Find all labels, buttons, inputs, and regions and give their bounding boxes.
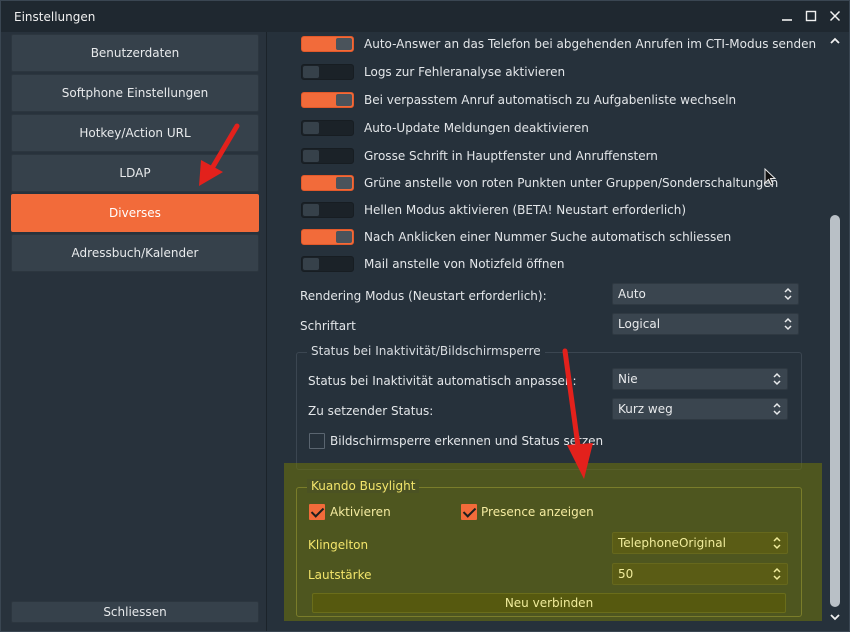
toggle-row-missed-call: Bei verpasstem Anruf automatisch zu Aufg…	[301, 91, 736, 109]
toggle-switch[interactable]	[301, 64, 354, 80]
inactivity-status-select[interactable]: Kurz weg	[612, 398, 788, 420]
mouse-cursor-icon	[764, 168, 777, 186]
toggle-knob	[336, 231, 352, 243]
ringtone-label: Klingelton	[308, 538, 369, 552]
sidebar-item-label: Softphone Einstellungen	[61, 86, 209, 100]
presence-label: Presence anzeigen	[481, 505, 594, 519]
toggle-switch[interactable]	[301, 120, 354, 136]
rendering-mode-label: Rendering Modus (Neustart erforderlich):	[300, 289, 547, 303]
sidebar-item-label: Hotkey/Action URL	[79, 126, 191, 140]
toggle-label: Bei verpasstem Anruf automatisch zu Aufg…	[364, 93, 737, 107]
toggle-switch[interactable]	[301, 229, 354, 245]
toggle-knob	[303, 66, 319, 78]
toggle-label: Grüne anstelle von roten Punkten unter G…	[364, 176, 779, 190]
toggle-knob	[336, 94, 352, 106]
screen-lock-checkbox[interactable]	[309, 433, 325, 449]
toggle-row-close-search: Nach Anklicken einer Nummer Suche automa…	[301, 228, 731, 246]
select-value: Kurz weg	[618, 402, 673, 416]
toggle-label: Logs zur Fehleranalyse aktivieren	[364, 65, 566, 79]
inactivity-group-title: Status bei Inaktivität/Bildschirmsperre	[307, 344, 545, 358]
toggle-knob	[303, 122, 319, 134]
select-value: 50	[618, 567, 634, 581]
scroll-thumb[interactable]	[830, 215, 840, 607]
toggle-switch[interactable]	[301, 92, 354, 108]
busylight-group-title: Kuando Busylight	[307, 479, 420, 493]
toggle-row-auto-update: Auto-Update Meldungen deaktivieren	[301, 119, 589, 137]
updown-chevron-icon	[773, 567, 781, 581]
font-label: Schriftart	[300, 319, 356, 333]
toggle-label: Grosse Schrift in Hauptfenster und Anruf…	[364, 149, 658, 163]
sidebar-item-benutzerdaten[interactable]: Benutzerdaten	[11, 34, 259, 72]
toggle-knob	[336, 177, 352, 189]
toggle-switch[interactable]	[301, 175, 354, 191]
toggle-row-auto-answer: Auto-Answer an das Telefon bei abgehende…	[301, 35, 816, 53]
volume-label: Lautstärke	[308, 568, 372, 582]
window-title: Einstellungen	[14, 9, 96, 24]
toggle-row-mail: Mail anstelle von Notizfeld öffnen	[301, 255, 564, 273]
window-controls	[779, 6, 843, 26]
toggle-row-large-font: Grosse Schrift in Hauptfenster und Anruf…	[301, 147, 658, 165]
reconnect-button[interactable]: Neu verbinden	[312, 593, 786, 613]
toggle-knob	[303, 150, 319, 162]
busylight-activate-checkbox[interactable]	[309, 504, 325, 520]
toggle-switch[interactable]	[301, 148, 354, 164]
toggle-row-green-dots: Grüne anstelle von roten Punkten unter G…	[301, 174, 778, 192]
updown-chevron-icon	[773, 402, 781, 416]
updown-chevron-icon	[773, 536, 781, 550]
busylight-activate-label: Aktivieren	[330, 505, 391, 519]
sidebar-item-label: Diverses	[109, 206, 161, 220]
select-value: Logical	[618, 317, 661, 331]
toggle-label: Hellen Modus aktivieren (BETA! Neustart …	[364, 203, 687, 217]
select-value: TelephoneOriginal	[618, 536, 726, 550]
toggle-switch[interactable]	[301, 256, 354, 272]
sidebar-item-diverses[interactable]: Diverses	[11, 194, 259, 232]
toggle-knob	[303, 204, 319, 216]
sidebar-item-label: Adressbuch/Kalender	[71, 246, 199, 260]
screen-lock-label: Bildschirmsperre erkennen und Status set…	[330, 434, 604, 448]
inactivity-auto-label: Status bei Inaktivität automatisch anpas…	[308, 374, 577, 388]
toggle-switch[interactable]	[301, 202, 354, 218]
sidebar-item-label: Benutzerdaten	[90, 46, 180, 60]
sidebar-item-ldap[interactable]: LDAP	[11, 154, 259, 192]
toggle-label: Auto-Update Meldungen deaktivieren	[364, 121, 589, 135]
toggle-label: Mail anstelle von Notizfeld öffnen	[364, 257, 565, 271]
scroll-down-icon[interactable]	[828, 607, 842, 627]
sidebar-item-hotkey[interactable]: Hotkey/Action URL	[11, 114, 259, 152]
toggle-knob	[336, 38, 352, 50]
volume-select[interactable]: 50	[612, 563, 788, 585]
maximize-icon[interactable]	[803, 6, 819, 26]
toggle-label: Auto-Answer an das Telefon bei abgehende…	[364, 37, 817, 51]
presence-checkbox[interactable]	[461, 504, 477, 520]
toggle-row-logs: Logs zur Fehleranalyse aktivieren	[301, 63, 565, 81]
close-icon[interactable]	[827, 6, 843, 26]
title-bar: Einstellungen	[1, 1, 849, 32]
sidebar-item-label: LDAP	[119, 166, 151, 180]
updown-chevron-icon	[773, 372, 781, 386]
ringtone-select[interactable]: TelephoneOriginal	[612, 532, 788, 554]
sidebar: Benutzerdaten Softphone Einstellungen Ho…	[1, 32, 267, 631]
toggle-row-light-mode: Hellen Modus aktivieren (BETA! Neustart …	[301, 201, 686, 219]
sidebar-item-softphone[interactable]: Softphone Einstellungen	[11, 74, 259, 112]
minimize-icon[interactable]	[779, 6, 795, 26]
select-value: Auto	[618, 287, 646, 301]
updown-chevron-icon	[784, 287, 792, 301]
font-select[interactable]: Logical	[612, 313, 799, 335]
inactivity-auto-select[interactable]: Nie	[612, 368, 788, 390]
updown-chevron-icon	[784, 317, 792, 331]
close-button[interactable]: Schliessen	[11, 601, 259, 623]
toggle-knob	[303, 258, 319, 270]
select-value: Nie	[618, 372, 638, 386]
rendering-mode-select[interactable]: Auto	[612, 283, 799, 305]
scroll-up-icon[interactable]	[828, 31, 842, 51]
toggle-label: Nach Anklicken einer Nummer Suche automa…	[364, 230, 732, 244]
toggle-switch[interactable]	[301, 36, 354, 52]
content-scrollbar[interactable]	[828, 31, 842, 630]
sidebar-item-adressbuch[interactable]: Adressbuch/Kalender	[11, 234, 259, 272]
inactivity-status-label: Zu setzender Status:	[308, 404, 434, 418]
